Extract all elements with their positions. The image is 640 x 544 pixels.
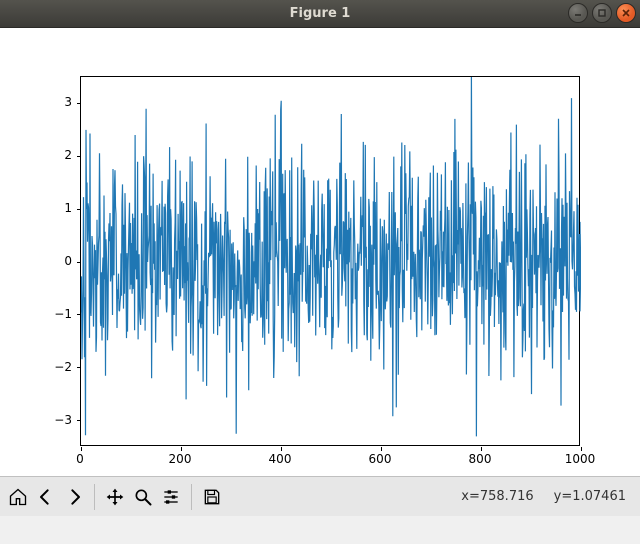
cursor-x: x=758.716: [461, 489, 533, 504]
xtick-label: 0: [76, 452, 84, 466]
ytick: [77, 262, 81, 263]
back-button[interactable]: [32, 482, 60, 512]
zoom-button[interactable]: [129, 482, 157, 512]
xtick: [181, 447, 182, 451]
ytick: [77, 420, 81, 421]
ytick-label: 2: [0, 148, 72, 162]
ytick-label: −2: [0, 360, 72, 374]
minimize-button[interactable]: [568, 3, 588, 23]
ytick-label: −1: [0, 307, 72, 321]
toolbar-separator: [94, 484, 95, 510]
xtick-label: 200: [169, 452, 192, 466]
xtick: [581, 447, 582, 451]
cursor-status: x=758.716 y=1.07461: [461, 489, 636, 504]
figure-canvas[interactable]: −3 −2 −1 0 1 2 3 0 200 400 600 800 1000: [0, 28, 640, 476]
ytick-label: 0: [0, 254, 72, 268]
axes: [80, 76, 580, 446]
window-titlebar: Figure 1: [0, 0, 640, 28]
forward-button[interactable]: [60, 482, 88, 512]
window-controls: [568, 3, 636, 23]
xtick-label: 600: [369, 452, 392, 466]
ytick: [77, 156, 81, 157]
maximize-button[interactable]: [592, 3, 612, 23]
close-button[interactable]: [616, 3, 636, 23]
save-button[interactable]: [198, 482, 226, 512]
toolbar-separator: [191, 484, 192, 510]
ytick-label: 3: [0, 95, 72, 109]
ytick: [77, 103, 81, 104]
xtick-label: 400: [269, 452, 292, 466]
home-button[interactable]: [4, 482, 32, 512]
ytick: [77, 367, 81, 368]
xtick: [281, 447, 282, 451]
ytick: [77, 209, 81, 210]
configure-subplots-button[interactable]: [157, 482, 185, 512]
xtick-label: 1000: [565, 452, 596, 466]
ytick: [77, 314, 81, 315]
ytick-label: −3: [0, 413, 72, 427]
xtick: [481, 447, 482, 451]
xtick: [81, 447, 82, 451]
ytick-label: 1: [0, 201, 72, 215]
cursor-y: y=1.07461: [554, 489, 626, 504]
nav-toolbar: x=758.716 y=1.07461: [0, 476, 640, 516]
window-title: Figure 1: [0, 6, 640, 21]
pan-button[interactable]: [101, 482, 129, 512]
xtick-label: 800: [469, 452, 492, 466]
line-series-0: [81, 77, 581, 447]
xtick: [381, 447, 382, 451]
